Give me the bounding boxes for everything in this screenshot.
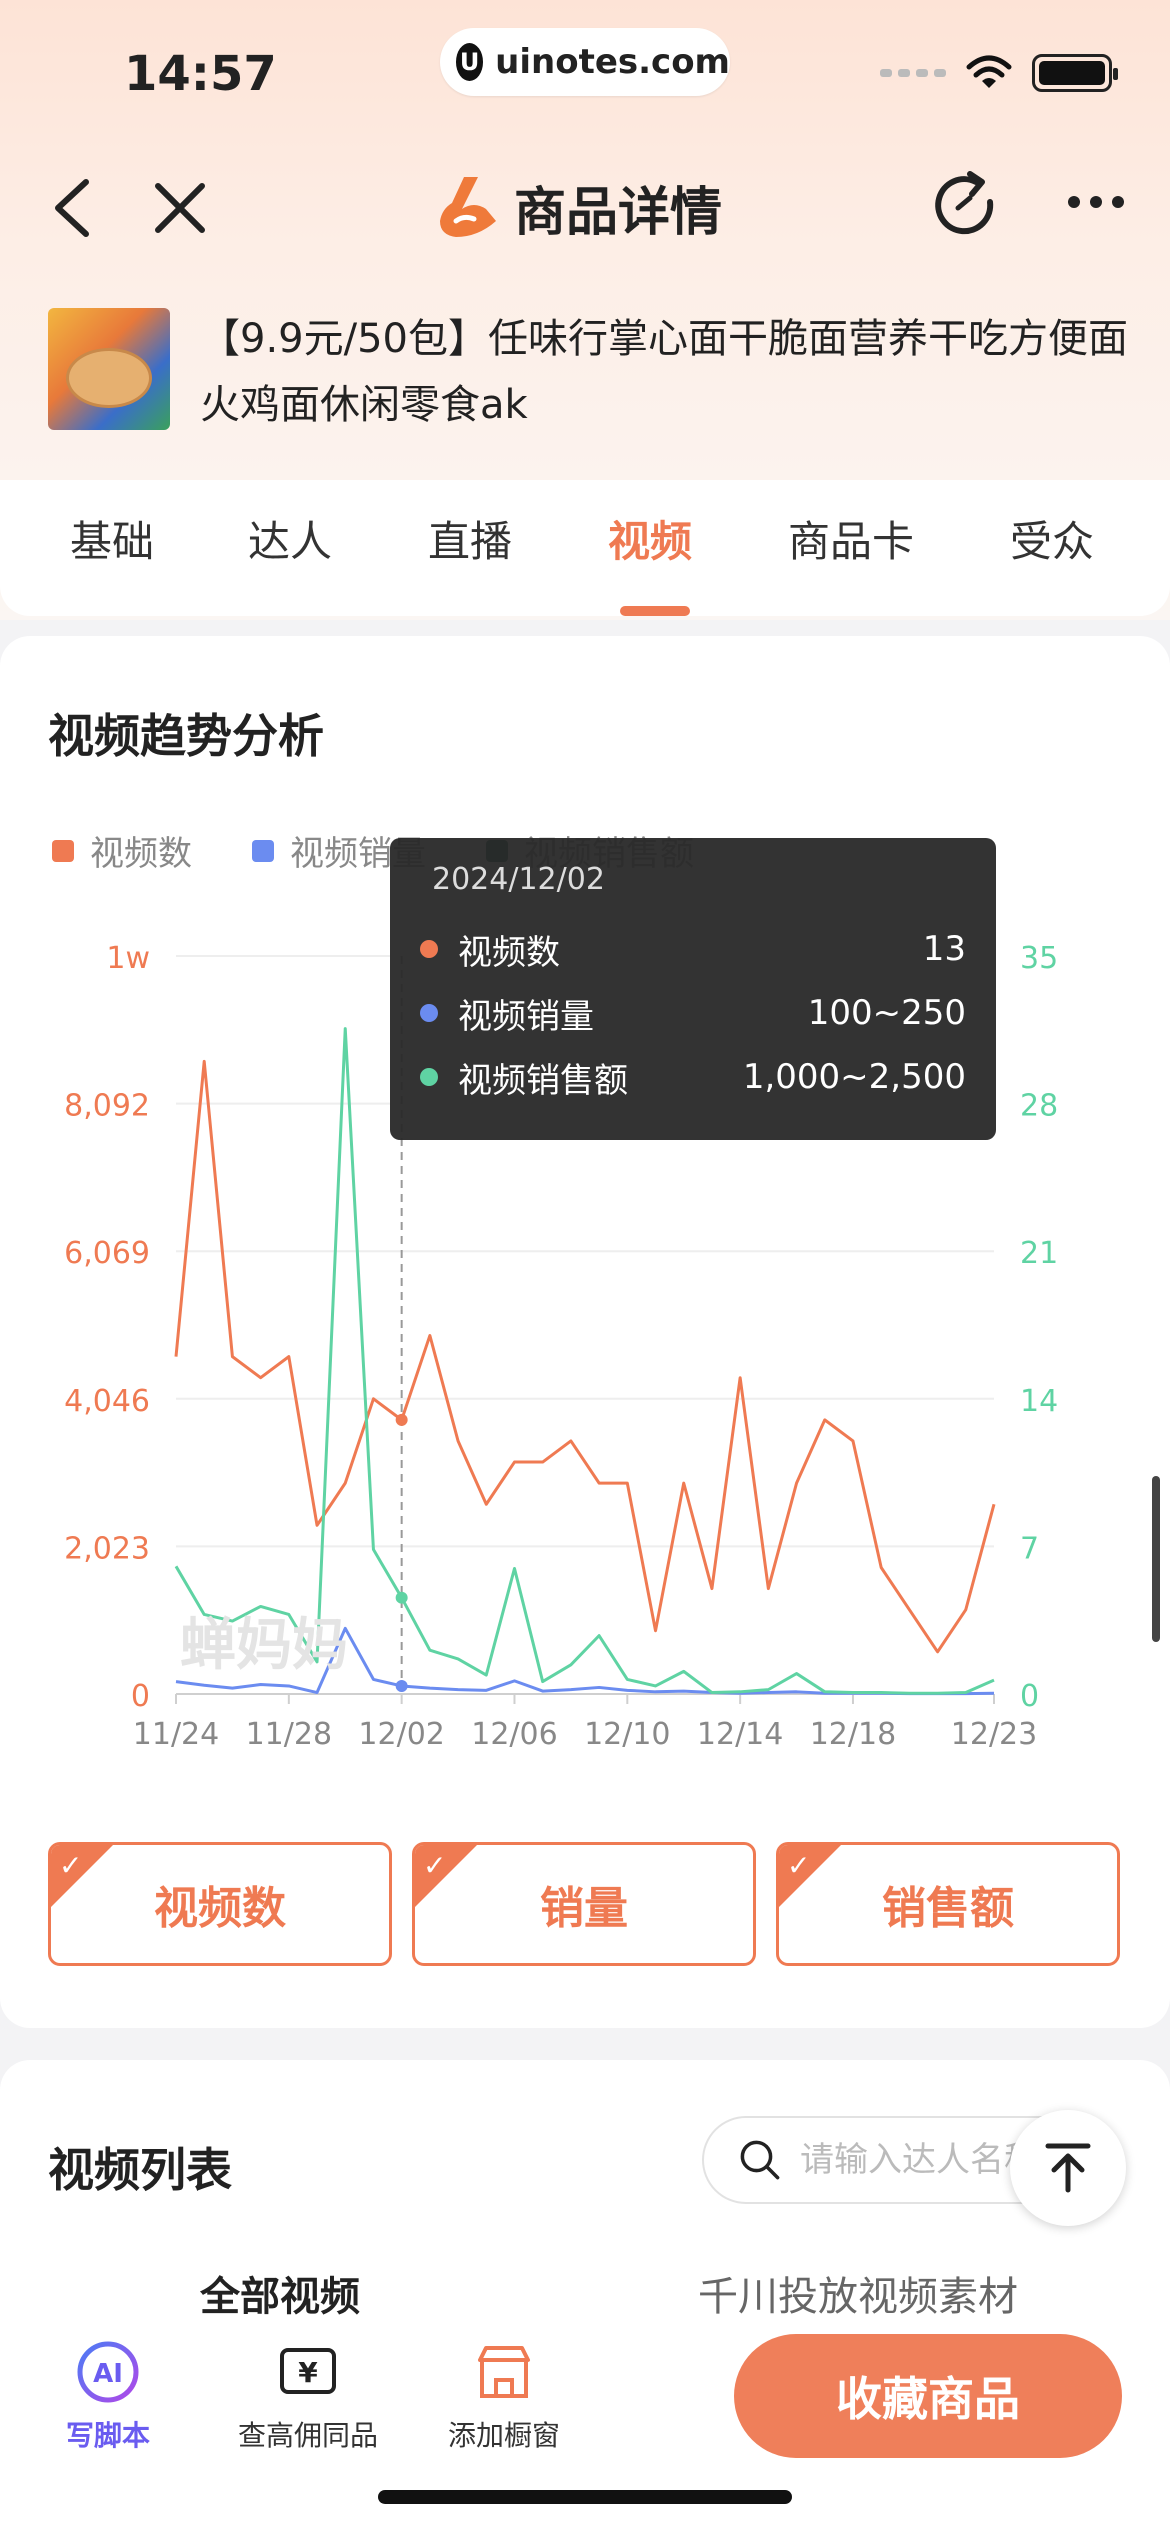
shop-icon (478, 2346, 530, 2398)
yen-icon: ¥ (280, 2348, 336, 2394)
subtab-all-videos[interactable]: 全部视频 (200, 2264, 360, 2322)
product-thumbnail[interactable] (48, 308, 170, 430)
tab-video[interactable]: 视频 (608, 508, 692, 569)
y-right-tick-label: 0 (1020, 1679, 1039, 1714)
tooltip-row: 视频销售额 1,000~2,500 (420, 1045, 966, 1109)
watermark: 蝉妈妈 (180, 1613, 348, 1678)
legend-label: 视频数 (90, 834, 192, 874)
metric-toggle-video-count[interactable]: ✓ 视频数 (48, 1842, 392, 1966)
add-showcase-button[interactable]: 添加橱窗 (414, 2340, 594, 2454)
url-text: uinotes.com (495, 42, 730, 82)
x-tick-label: 12/02 (358, 1717, 444, 1752)
product-title: 【9.9元/50包】任味行掌心面干脆面营养干吃方便面火鸡面休闲零食ak (200, 316, 1128, 428)
x-tick-label: 12/14 (697, 1717, 783, 1752)
more-icon[interactable] (1066, 192, 1126, 212)
arrow-up-icon (1045, 2143, 1091, 2193)
x-tick-label: 12/06 (471, 1717, 557, 1752)
signal-icon (880, 69, 946, 77)
series-line-0 (174, 1059, 996, 1654)
x-tick-label: 12/23 (951, 1717, 1037, 1752)
y-left-tick-label: 8,092 (64, 1089, 150, 1124)
check-icon: ✓ (59, 1849, 83, 1882)
tooltip-row: 视频数 13 (420, 917, 966, 981)
scrollbar[interactable] (1152, 1476, 1160, 1642)
search-icon (740, 2140, 780, 2180)
tooltip-name: 视频销售额 (458, 1060, 628, 1101)
back-icon[interactable] (48, 178, 98, 238)
y-left-tick-label: 1w (106, 941, 150, 976)
hover-point-2 (395, 1591, 408, 1604)
tooltip-name: 视频数 (458, 932, 560, 973)
x-tick-label: 11/24 (133, 1717, 219, 1752)
tab-live[interactable]: 直播 (428, 508, 512, 569)
home-indicator (378, 2490, 792, 2504)
write-script-label: 写脚本 (65, 2419, 150, 2452)
page-title: 商品详情 (514, 183, 723, 243)
legend-video-count[interactable]: 视频数 (52, 826, 192, 875)
site-logo-icon: U (456, 43, 484, 81)
tab-influencer[interactable]: 达人 (248, 508, 332, 569)
tooltip-value: 13 (922, 929, 966, 969)
y-right-tick-label: 35 (1020, 941, 1058, 976)
tooltip-dot (420, 1004, 438, 1022)
chanmama-logo-icon (440, 176, 496, 237)
product-image-noodle (66, 348, 152, 408)
write-script-button[interactable]: AI 写脚本 (18, 2340, 198, 2454)
status-time: 14:57 (124, 46, 277, 102)
tab-active-indicator (620, 606, 690, 616)
trend-title: 视频趋势分析 (48, 709, 324, 763)
subtab-qianchuan[interactable]: 千川投放视频素材 (698, 2264, 1018, 2322)
chart-tooltip: 2024/12/02 视频数 13 视频销量 100~250 视频销售额 1,0… (390, 838, 996, 1140)
ai-icon: AI (77, 2341, 139, 2403)
y-right-tick-label: 21 (1020, 1236, 1058, 1271)
detail-tabs: 基础 达人 直播 视频 商品卡 受众 (0, 480, 1170, 616)
y-left-tick-label: 0 (131, 1679, 150, 1714)
metric-toggle-revenue[interactable]: ✓ 销售额 (776, 1842, 1120, 1966)
legend-swatch-video-sales (252, 839, 274, 862)
legend-swatch-video-count (52, 839, 74, 862)
url-pill[interactable]: U uinotes.com (440, 28, 730, 96)
back-to-top-button[interactable] (1010, 2110, 1126, 2226)
y-left-tick-label: 2,023 (64, 1531, 150, 1566)
hover-point-1 (395, 1679, 408, 1692)
y-right-tick-label: 28 (1020, 1089, 1058, 1124)
svg-text:AI: AI (93, 2359, 123, 2389)
tooltip-name: 视频销量 (458, 996, 594, 1037)
metric-label: 销售额 (882, 1883, 1014, 1934)
check-icon: ✓ (423, 1849, 447, 1882)
y-left-tick-label: 4,046 (64, 1384, 150, 1419)
metric-label: 销量 (540, 1883, 628, 1934)
x-tick-label: 12/18 (810, 1717, 896, 1752)
high-commission-label: 查高佣同品 (237, 2419, 378, 2452)
refresh-icon[interactable] (930, 170, 1002, 242)
add-showcase-label: 添加橱窗 (447, 2419, 560, 2452)
tooltip-dot (420, 940, 438, 958)
metric-label: 视频数 (154, 1883, 286, 1934)
collect-product-button[interactable]: 收藏商品 (734, 2334, 1122, 2458)
metric-toggle-sales[interactable]: ✓ 销量 (412, 1842, 756, 1966)
close-icon[interactable] (150, 178, 210, 238)
tab-basic[interactable]: 基础 (70, 508, 154, 569)
x-tick-label: 12/10 (584, 1717, 670, 1752)
tooltip-row: 视频销量 100~250 (420, 981, 966, 1045)
nav-title-group: 商品详情 (434, 170, 722, 245)
status-icons (880, 54, 1118, 92)
wifi-icon (966, 55, 1012, 88)
y-left-tick-label: 6,069 (64, 1236, 150, 1271)
hover-point-0 (395, 1413, 408, 1426)
check-icon: ✓ (787, 1849, 811, 1882)
x-tick-label: 11/28 (246, 1717, 332, 1752)
tooltip-dot (420, 1068, 438, 1086)
y-right-tick-label: 7 (1020, 1531, 1039, 1566)
high-commission-button[interactable]: ¥ 查高佣同品 (218, 2340, 398, 2454)
tab-product-card[interactable]: 商品卡 (788, 508, 914, 569)
tooltip-value: 1,000~2,500 (742, 1057, 966, 1097)
tooltip-date: 2024/12/02 (432, 862, 605, 897)
y-right-tick-label: 14 (1020, 1384, 1058, 1419)
tooltip-value: 100~250 (807, 993, 966, 1033)
battery-icon (1032, 54, 1118, 92)
video-list-title: 视频列表 (48, 2143, 232, 2197)
svg-text:¥: ¥ (298, 2356, 318, 2389)
tab-audience[interactable]: 受众 (1010, 508, 1094, 569)
